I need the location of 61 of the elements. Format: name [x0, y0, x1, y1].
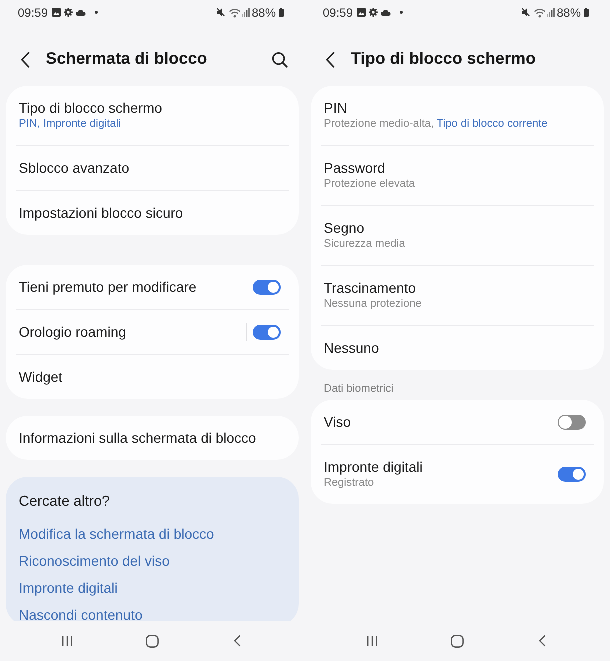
setting-subtitle: Protezione medio-alta, Tipo di blocco corrente — [324, 117, 548, 132]
signal-icon — [242, 8, 250, 17]
home-icon[interactable] — [451, 634, 464, 648]
suggestion-link[interactable]: Impronte digitali — [19, 579, 118, 597]
setting-label[interactable]: PIN — [324, 99, 348, 117]
suggestion-link[interactable]: Riconoscimento del viso — [19, 552, 170, 570]
dot-icon — [400, 11, 404, 14]
setting-label[interactable]: Widget — [19, 368, 63, 386]
section-heading: Dati biometrici — [323, 382, 395, 397]
recents-icon[interactable] — [367, 636, 378, 646]
battery-percent: 88% — [252, 6, 276, 20]
suggestion-link[interactable]: Modifica la schermata di blocco — [19, 525, 214, 543]
setting-label[interactable]: Trascinamento — [324, 279, 416, 297]
battery-icon — [279, 8, 284, 17]
wifi-icon — [534, 8, 546, 18]
setting-subtitle: Registrato — [324, 476, 374, 491]
suggestions-title: Cercate altro? — [19, 493, 110, 511]
setting-label[interactable]: Nessuno — [324, 339, 380, 357]
back-icon[interactable] — [21, 52, 30, 68]
speaker-muted-icon — [216, 8, 225, 17]
wifi-icon — [228, 8, 241, 18]
screen-title: Schermata di blocco — [46, 50, 208, 69]
search-icon[interactable] — [272, 52, 288, 68]
toggle-switch[interactable] — [253, 280, 281, 294]
back-icon[interactable] — [234, 635, 241, 647]
setting-label[interactable]: Sblocco avanzato — [19, 159, 130, 177]
speaker-muted-icon — [522, 8, 530, 17]
status-time: 09:59 — [323, 6, 354, 20]
setting-label[interactable]: Tipo di blocco schermo — [19, 99, 162, 117]
gear-icon — [64, 8, 74, 17]
setting-label[interactable]: Impronte digitali — [324, 458, 423, 476]
gear-icon — [369, 8, 378, 17]
setting-subtitle: Nessuna protezione — [324, 297, 422, 312]
image-icon — [357, 8, 366, 17]
image-icon — [52, 8, 62, 17]
setting-subtitle: Sicurezza media — [324, 237, 406, 252]
toggle-switch[interactable] — [253, 324, 281, 340]
toggle-switch[interactable] — [558, 414, 586, 430]
back-icon[interactable] — [539, 635, 546, 647]
cloud-icon — [76, 9, 86, 16]
screen-title: Tipo di blocco schermo — [351, 50, 537, 69]
setting-label[interactable]: Tieni premuto per modificare — [19, 278, 197, 296]
setting-subtitle: Protezione elevata — [324, 177, 416, 192]
battery-icon — [584, 8, 589, 17]
setting-label[interactable]: Segno — [324, 219, 364, 237]
recents-icon[interactable] — [62, 636, 73, 646]
setting-label[interactable]: Informazioni sulla schermata di blocco — [19, 429, 256, 447]
status-time: 09:59 — [18, 6, 48, 20]
toggle-switch[interactable] — [558, 467, 586, 482]
home-icon[interactable] — [146, 634, 159, 648]
setting-label[interactable]: Impostazioni blocco sicuro — [19, 204, 184, 222]
setting-label[interactable]: Password — [324, 159, 386, 177]
setting-subtitle: PIN, Impronte digitali — [19, 117, 122, 132]
back-icon[interactable] — [326, 52, 335, 68]
battery-percent: 88% — [556, 6, 581, 20]
signal-icon — [546, 8, 555, 17]
setting-label[interactable]: Orologio roaming — [19, 323, 126, 341]
cloud-icon — [381, 9, 392, 16]
setting-label[interactable]: Viso — [324, 413, 351, 431]
suggestion-link[interactable]: Nascondi contenuto — [19, 606, 143, 621]
dot-icon — [95, 11, 98, 14]
